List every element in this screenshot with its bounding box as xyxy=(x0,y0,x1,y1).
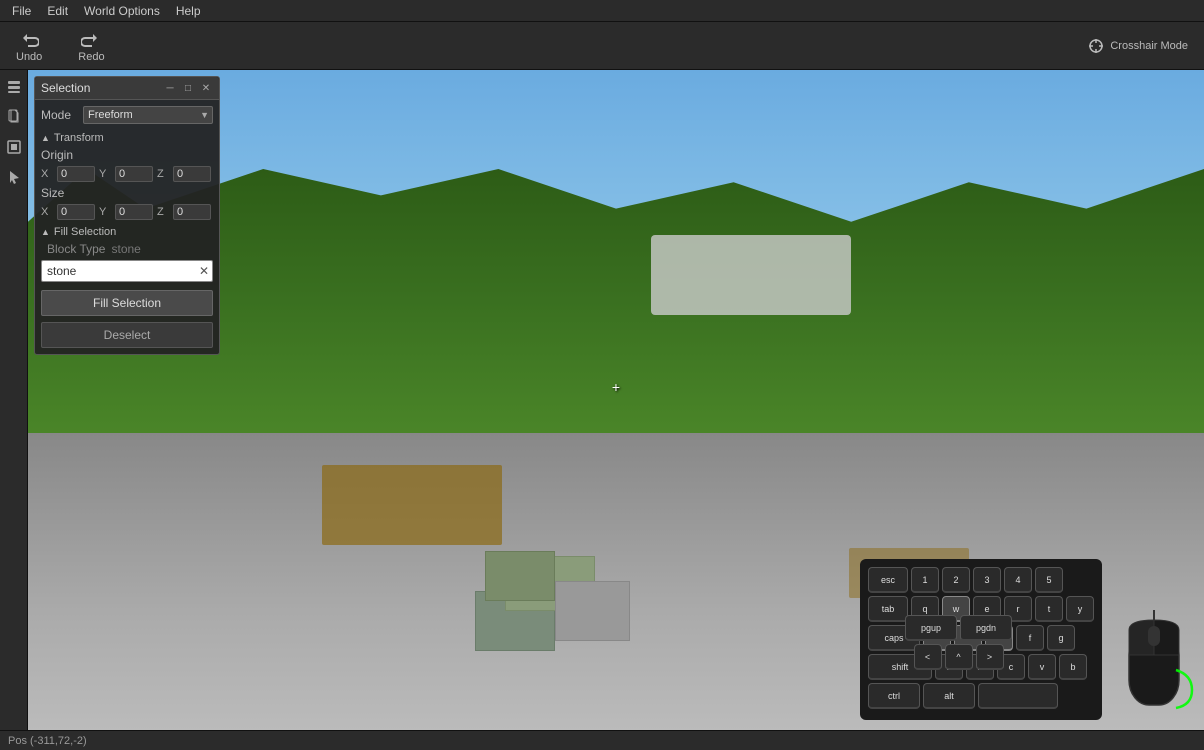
sidebar-icon-document[interactable] xyxy=(3,106,25,128)
panel-titlebar[interactable]: Selection ─ □ ✕ xyxy=(35,77,219,100)
menu-file[interactable]: File xyxy=(4,2,39,20)
key-esc[interactable]: esc xyxy=(868,567,908,593)
keyboard-overlay: esc 1 2 3 4 5 tab q w e r t y caps xyxy=(860,559,1194,720)
key-3[interactable]: 3 xyxy=(973,567,1001,593)
redo-label: Redo xyxy=(78,51,104,63)
main-area: + Selection ─ □ ✕ Mode Freeform xyxy=(0,70,1204,730)
transform-section-header[interactable]: ▲ Transform xyxy=(41,132,213,144)
key-up[interactable]: ^ xyxy=(945,644,973,670)
panel-close-button[interactable]: ✕ xyxy=(199,81,213,95)
origin-x-input[interactable] xyxy=(57,166,95,182)
selection-panel: Selection ─ □ ✕ Mode Freeform Sphere Cyl… xyxy=(34,76,220,355)
toolbar: Undo Redo Crosshair Mode xyxy=(0,22,1204,70)
menu-world-options[interactable]: World Options xyxy=(76,2,168,20)
fill-section-header[interactable]: ▲ Fill Selection xyxy=(41,226,213,238)
size-y-label: Y xyxy=(99,206,111,218)
stone-blocks-group xyxy=(475,501,675,651)
key-2[interactable]: 2 xyxy=(942,567,970,593)
crosshair-mode-button[interactable]: Crosshair Mode xyxy=(1080,34,1196,58)
key-t[interactable]: t xyxy=(1035,596,1063,622)
keyboard: esc 1 2 3 4 5 tab q w e r t y caps xyxy=(860,559,1102,720)
block-type-label: Block Type stone xyxy=(41,242,213,256)
size-y-input[interactable] xyxy=(115,204,153,220)
key-f[interactable]: f xyxy=(1016,625,1044,651)
key-pgdn[interactable]: pgdn xyxy=(960,615,1012,641)
panel-body: Mode Freeform Sphere Cylinder Box ▼ ▲ xyxy=(35,100,219,354)
menubar: File Edit World Options Help xyxy=(0,0,1204,22)
sidebar-icon-layers[interactable] xyxy=(3,76,25,98)
deselect-button[interactable]: Deselect xyxy=(41,322,213,348)
origin-y-input[interactable] xyxy=(115,166,153,182)
key-g[interactable]: g xyxy=(1047,625,1075,651)
mode-select-wrapper: Freeform Sphere Cylinder Box ▼ xyxy=(83,106,213,124)
key-b[interactable]: b xyxy=(1059,654,1087,680)
size-z-input[interactable] xyxy=(173,204,211,220)
block-input-clear-button[interactable]: ✕ xyxy=(199,264,209,278)
origin-row: X Y Z xyxy=(41,166,213,182)
origin-x-label: X xyxy=(41,168,53,180)
menu-edit[interactable]: Edit xyxy=(39,2,76,20)
key-y[interactable]: y xyxy=(1066,596,1094,622)
size-x-input[interactable] xyxy=(57,204,95,220)
panel-controls: ─ □ ✕ xyxy=(163,81,213,95)
fill-arrow-icon: ▲ xyxy=(41,227,50,237)
crosshair-label: Crosshair Mode xyxy=(1110,40,1188,52)
key-5[interactable]: 5 xyxy=(1035,567,1063,593)
fill-selection-button[interactable]: Fill Selection xyxy=(41,290,213,316)
key-v[interactable]: v xyxy=(1028,654,1056,680)
block-type-input[interactable] xyxy=(41,260,213,282)
undo-button[interactable]: Undo xyxy=(8,25,50,67)
key-pgup[interactable]: pgup xyxy=(905,615,957,641)
game-viewport[interactable]: + Selection ─ □ ✕ Mode Freeform xyxy=(28,70,1204,730)
transform-label: Transform xyxy=(54,132,104,144)
size-row: X Y Z xyxy=(41,204,213,220)
mode-label: Mode xyxy=(41,108,77,122)
block-type-hint: stone xyxy=(111,242,140,256)
key-right[interactable]: > xyxy=(976,644,1004,670)
key-1[interactable]: 1 xyxy=(911,567,939,593)
panel-restore-button[interactable]: □ xyxy=(181,81,195,95)
sidebar-icon-shape[interactable] xyxy=(3,136,25,158)
statusbar: Pos (-311,72,-2) xyxy=(0,730,1204,750)
origin-label: Origin xyxy=(41,148,213,162)
keyboard-row-1: esc 1 2 3 4 5 xyxy=(868,567,1094,593)
sidebar-icon-cursor[interactable] xyxy=(3,166,25,188)
redo-button[interactable]: Redo xyxy=(70,25,112,67)
key-space[interactable] xyxy=(978,683,1058,709)
panel-title: Selection xyxy=(41,81,90,95)
size-x-label: X xyxy=(41,206,53,218)
fill-label: Fill Selection xyxy=(54,226,116,238)
menu-help[interactable]: Help xyxy=(168,2,209,20)
key-alt[interactable]: alt xyxy=(923,683,975,709)
transform-arrow-icon: ▲ xyxy=(41,133,50,143)
size-label: Size xyxy=(41,186,213,200)
origin-z-label: Z xyxy=(157,168,169,180)
mode-row: Mode Freeform Sphere Cylinder Box ▼ xyxy=(41,106,213,124)
position-status: Pos (-311,72,-2) xyxy=(8,735,87,747)
undo-label: Undo xyxy=(16,51,42,63)
stone-path xyxy=(651,235,851,315)
block-input-wrap: ✕ xyxy=(41,260,213,282)
cursor-indicator: + xyxy=(612,379,620,395)
size-z-label: Z xyxy=(157,206,169,218)
origin-y-label: Y xyxy=(99,168,111,180)
key-ctrl[interactable]: ctrl xyxy=(868,683,920,709)
panel-minimize-button[interactable]: ─ xyxy=(163,81,177,95)
sidebar-icons xyxy=(0,70,28,730)
key-left[interactable]: < xyxy=(914,644,942,670)
keyboard-row-5: ctrl alt xyxy=(868,683,1094,709)
origin-z-input[interactable] xyxy=(173,166,211,182)
block-type-label-text: Block Type xyxy=(47,242,105,256)
mouse-graphic xyxy=(1114,610,1194,720)
key-tab[interactable]: tab xyxy=(868,596,908,622)
mode-select[interactable]: Freeform Sphere Cylinder Box xyxy=(83,106,213,124)
key-4[interactable]: 4 xyxy=(1004,567,1032,593)
